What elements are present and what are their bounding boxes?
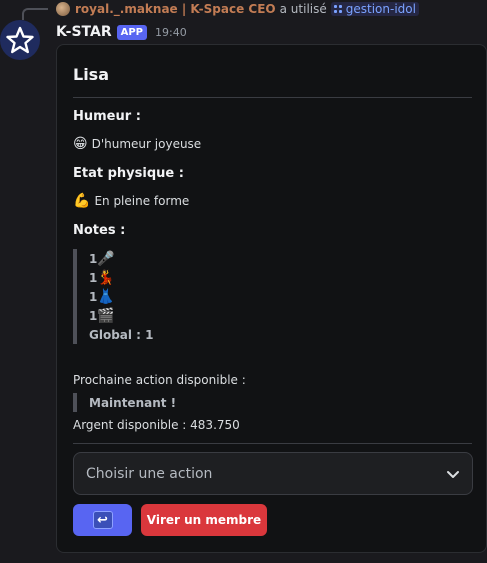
reply-connector: [22, 8, 48, 20]
bot-name[interactable]: K-STAR: [56, 24, 112, 40]
physical-line: 💪 En pleine forme: [73, 194, 189, 208]
embed-card: Lisa Humeur : 😁 D'humeur joyeuse Etat ph…: [56, 44, 487, 553]
grinning-face-icon: 😁: [73, 136, 88, 152]
slash-command-icon: [333, 4, 343, 14]
physical-value: En pleine forme: [94, 194, 190, 208]
return-arrow-icon: ↩: [92, 511, 113, 529]
refresh-button[interactable]: ↩: [73, 504, 132, 536]
money-label: Argent disponible : 483.750: [73, 418, 240, 432]
next-action-value: Maintenant !: [89, 395, 177, 410]
kick-member-button[interactable]: Virer un membre: [141, 504, 267, 536]
command-name: gestion-idol: [345, 2, 416, 16]
reply-username[interactable]: royal._.maknae | K-Space CEO: [75, 2, 276, 16]
notes-global: Global : 1: [89, 327, 154, 342]
mood-label: Humeur :: [73, 109, 141, 124]
next-action-quote: Maintenant !: [73, 393, 176, 412]
action-select[interactable]: Choisir une action: [73, 452, 473, 495]
reply-bar[interactable]: royal._.maknae | K-Space CEO a utilisé g…: [56, 0, 419, 18]
message-header: K-STAR APP 19:40: [56, 22, 187, 42]
embed-title: Lisa: [73, 65, 109, 84]
note-dance: 1 💃: [89, 269, 115, 286]
mood-line: 😁 D'humeur joyeuse: [73, 137, 201, 151]
reply-user-avatar[interactable]: [56, 2, 70, 16]
flexed-biceps-icon: 💪: [73, 193, 91, 209]
notes-label: Notes :: [73, 223, 126, 238]
select-placeholder: Choisir une action: [86, 465, 213, 482]
message-timestamp: 19:40: [155, 25, 187, 39]
command-mention[interactable]: gestion-idol: [330, 2, 419, 16]
notes-quote: 1 🎤 1 💃 1 👗 1 🎬 Global : 1: [73, 249, 154, 344]
note-vocal: 1 🎤: [89, 250, 115, 267]
chevron-down-icon: [447, 470, 459, 478]
mood-value: D'humeur joyeuse: [91, 137, 202, 151]
bot-avatar[interactable]: [0, 20, 40, 60]
star-icon: [6, 26, 34, 54]
app-badge: APP: [116, 24, 148, 40]
reply-action-text: a utilisé: [279, 2, 327, 16]
dress-icon: 👗: [97, 288, 115, 305]
clapper-board-icon: 🎬: [97, 307, 115, 324]
note-acting: 1 🎬: [89, 307, 115, 324]
microphone-icon: 🎤: [97, 250, 115, 267]
note-style: 1 👗: [89, 288, 115, 305]
physical-label: Etat physique :: [73, 166, 184, 181]
title-divider: [73, 97, 472, 98]
controls-divider: [73, 443, 472, 444]
dancer-icon: 💃: [97, 269, 115, 286]
next-action-label: Prochaine action disponible :: [73, 373, 246, 387]
